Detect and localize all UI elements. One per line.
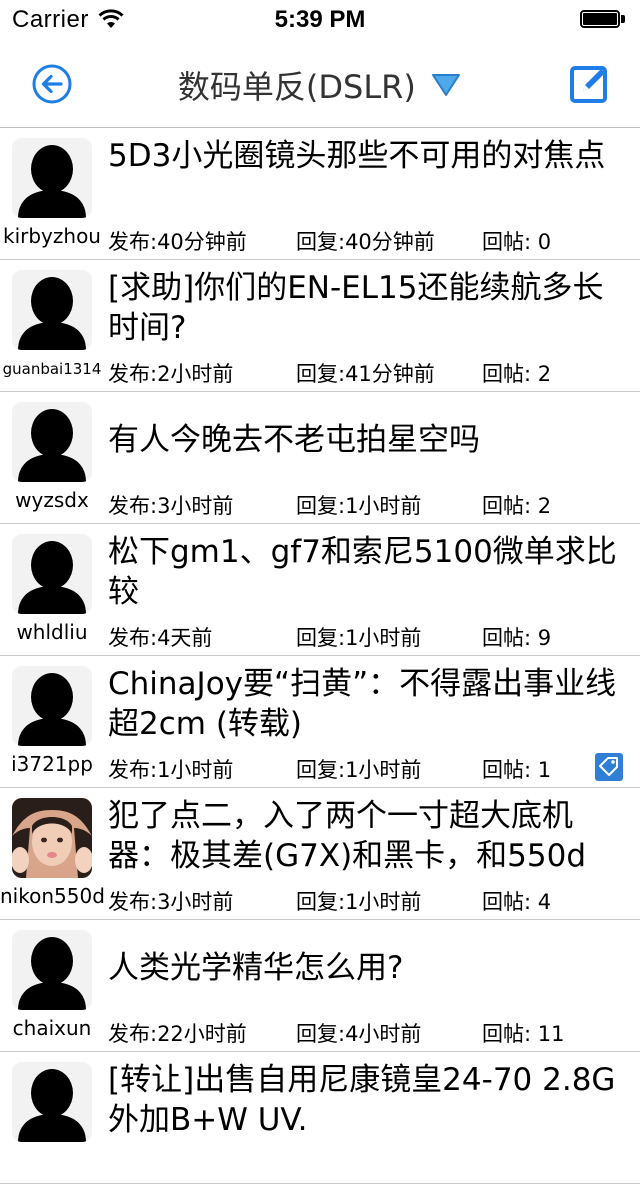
post-time: 发布:3小时前 <box>108 890 234 914</box>
post-time: 发布:22小时前 <box>108 1022 247 1046</box>
tag-icon[interactable] <box>594 752 624 782</box>
post-time: 发布:1小时前 <box>108 758 234 782</box>
battery-icon <box>580 10 626 30</box>
compose-icon[interactable] <box>568 62 612 106</box>
reply-time: 回复:1小时前 <box>296 494 422 518</box>
reply-time: 回复:1小时前 <box>296 890 422 914</box>
username[interactable]: whldliu <box>0 620 104 644</box>
avatar[interactable] <box>12 270 92 350</box>
user-silhouette-icon <box>18 541 86 614</box>
user-silhouette-icon <box>18 1069 86 1142</box>
post-title[interactable]: ChinaJoy要“扫黄”：不得露出事业线超2cm (转载) <box>108 664 628 744</box>
post-time: 发布:2小时前 <box>108 362 234 386</box>
avatar[interactable] <box>12 798 92 878</box>
username[interactable]: i3721pp <box>0 752 104 776</box>
username[interactable]: guanbai1314 <box>0 360 104 378</box>
post-title[interactable]: 有人今晚去不老屯拍星空吗 <box>108 420 628 460</box>
post-title[interactable]: [求助]你们的EN-EL15还能续航多长时间? <box>108 268 628 348</box>
reply-time: 回复:40分钟前 <box>296 230 435 254</box>
navigation-bar: 数码单反(DSLR) <box>0 40 640 128</box>
post-title[interactable]: [转让]出售自用尼康镜皇24-70 2.8G外加B+W UV. <box>108 1060 628 1140</box>
reply-count: 回帖: 4 <box>482 890 552 914</box>
post-title[interactable]: 人类光学精华怎么用? <box>108 948 628 988</box>
post-row[interactable]: nikon550d 犯了点二，入了两个一寸超大底机器：极其差(G7X)和黑卡，和… <box>0 788 640 920</box>
post-list: kirbyzhou 5D3小光圈镜头那些不可用的对焦点 发布:40分钟前 回复:… <box>0 128 640 1184</box>
reply-count: 回帖: 1 <box>482 758 552 782</box>
post-row[interactable]: [转让]出售自用尼康镜皇24-70 2.8G外加B+W UV. <box>0 1052 640 1184</box>
post-time: 发布:3小时前 <box>108 494 234 518</box>
username[interactable]: chaixun <box>0 1016 104 1040</box>
post-row[interactable]: guanbai1314 [求助]你们的EN-EL15还能续航多长时间? 发布:2… <box>0 260 640 392</box>
status-bar: Carrier 5:39 PM <box>0 0 640 40</box>
post-title[interactable]: 犯了点二，入了两个一寸超大底机器：极其差(G7X)和黑卡，和550d <box>108 796 628 876</box>
avatar[interactable] <box>12 534 92 614</box>
post-row[interactable]: whldliu 松下gm1、gf7和索尼5100微单求比较 发布:4天前 回复:… <box>0 524 640 656</box>
reply-count: 回帖: 2 <box>482 494 552 518</box>
avatar[interactable] <box>12 1062 92 1142</box>
reply-count: 回帖: 2 <box>482 362 552 386</box>
username[interactable]: wyzsdx <box>0 488 104 512</box>
post-title[interactable]: 松下gm1、gf7和索尼5100微单求比较 <box>108 532 628 612</box>
post-row[interactable]: wyzsdx 有人今晚去不老屯拍星空吗 发布:3小时前 回复:1小时前 回帖: … <box>0 392 640 524</box>
user-silhouette-icon <box>18 277 86 350</box>
triangle-down-icon[interactable] <box>430 72 462 98</box>
post-time: 发布:4天前 <box>108 626 213 650</box>
post-row[interactable]: i3721pp ChinaJoy要“扫黄”：不得露出事业线超2cm (转载) 发… <box>0 656 640 788</box>
user-silhouette-icon <box>18 673 86 746</box>
reply-time: 回复:1小时前 <box>296 626 422 650</box>
reply-time: 回复:41分钟前 <box>296 362 435 386</box>
user-silhouette-icon <box>18 937 86 1010</box>
avatar[interactable] <box>12 402 92 482</box>
post-row[interactable]: chaixun 人类光学精华怎么用? 发布:22小时前 回复:4小时前 回帖: … <box>0 920 640 1052</box>
reply-time: 回复:4小时前 <box>296 1022 422 1046</box>
user-photo <box>12 798 92 878</box>
user-silhouette-icon <box>18 145 86 218</box>
avatar[interactable] <box>12 666 92 746</box>
reply-time: 回复:1小时前 <box>296 758 422 782</box>
username[interactable]: kirbyzhou <box>0 224 104 248</box>
reply-count: 回帖: 0 <box>482 230 552 254</box>
clock: 5:39 PM <box>274 6 366 33</box>
board-title[interactable]: 数码单反(DSLR) <box>0 62 640 108</box>
reply-count: 回帖: 11 <box>482 1022 565 1046</box>
post-time: 发布:40分钟前 <box>108 230 247 254</box>
reply-count: 回帖: 9 <box>482 626 552 650</box>
avatar[interactable] <box>12 138 92 218</box>
user-silhouette-icon <box>18 409 86 482</box>
post-row[interactable]: kirbyzhou 5D3小光圈镜头那些不可用的对焦点 发布:40分钟前 回复:… <box>0 128 640 260</box>
post-title[interactable]: 5D3小光圈镜头那些不可用的对焦点 <box>108 136 628 176</box>
avatar[interactable] <box>12 930 92 1010</box>
username[interactable]: nikon550d <box>0 884 105 908</box>
board-title-text: 数码单反(DSLR) <box>177 68 416 106</box>
